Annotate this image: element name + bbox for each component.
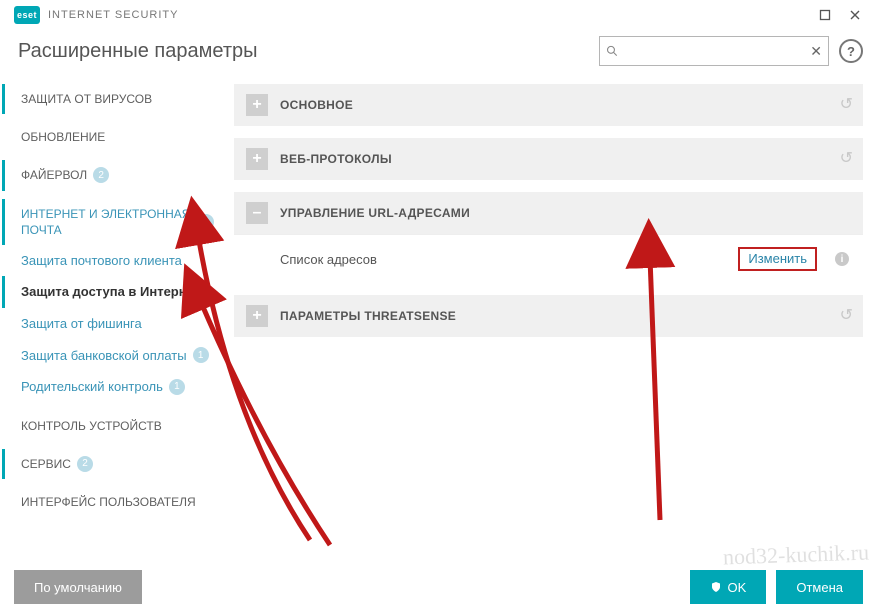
sidebar: ЗАЩИТА ОТ ВИРУСОВ ОБНОВЛЕНИЕ ФАЙЕРВОЛ 2 …: [0, 84, 226, 574]
cancel-button[interactable]: Отмена: [776, 570, 863, 604]
sidebar-item-label: ИНТЕРНЕТ И ЭЛЕКТРОННАЯ ПОЧТА: [21, 206, 192, 238]
sidebar-item-label: Защита почтового клиента: [21, 252, 182, 270]
window-close-icon[interactable]: [843, 3, 867, 27]
sidebar-item-update[interactable]: ОБНОВЛЕНИЕ: [2, 122, 226, 152]
panel-basic-header[interactable]: + ОСНОВНОЕ: [234, 84, 863, 126]
collapse-icon[interactable]: –: [246, 202, 268, 224]
expand-icon[interactable]: +: [246, 305, 268, 327]
sidebar-item-parental[interactable]: Родительский контроль 1: [2, 371, 226, 403]
sidebar-item-label: ИНТЕРФЕЙС ПОЛЬЗОВАТЕЛЯ: [21, 494, 196, 510]
search-icon: [606, 44, 618, 58]
address-list-label: Список адресов: [280, 252, 738, 267]
sidebar-item-label: Защита доступа в Интернет: [21, 283, 200, 301]
address-list-row: Список адресов Изменить i: [234, 235, 863, 283]
edit-link[interactable]: Изменить: [748, 251, 807, 266]
main-panel-area: + ОСНОВНОЕ ↺ + ВЕБ-ПРОТОКОЛЫ ↺ – УПРАВЛЕ…: [226, 84, 877, 574]
reset-icon[interactable]: ↺: [840, 94, 853, 114]
sidebar-item-internet-mail[interactable]: ИНТЕРНЕТ И ЭЛЕКТРОННАЯ ПОЧТА 1: [2, 199, 226, 245]
sidebar-item-label: КОНТРОЛЬ УСТРОЙСТВ: [21, 418, 162, 434]
expand-icon[interactable]: +: [246, 94, 268, 116]
footer: По умолчанию OK Отмена: [0, 558, 877, 616]
footer-right: OK Отмена: [690, 570, 863, 604]
ok-button[interactable]: OK: [690, 570, 767, 604]
reset-icon[interactable]: ↺: [840, 148, 853, 168]
panel-web-protocols: + ВЕБ-ПРОТОКОЛЫ ↺: [234, 138, 863, 180]
brand: eset INTERNET SECURITY: [14, 6, 178, 24]
page-header: Расширенные параметры ✕ ?: [0, 30, 877, 84]
defaults-button[interactable]: По умолчанию: [14, 570, 142, 604]
brand-product: INTERNET SECURITY: [48, 9, 178, 21]
panel-url-header[interactable]: – УПРАВЛЕНИЕ URL-АДРЕСАМИ: [234, 192, 863, 234]
panel-title: ПАРАМЕТРЫ THREATSENSE: [280, 309, 456, 323]
search-clear-icon[interactable]: ✕: [810, 43, 822, 60]
badge: 1: [198, 214, 214, 230]
sidebar-item-antiphishing[interactable]: Защита от фишинга: [2, 308, 226, 340]
window-maximize-icon[interactable]: [813, 3, 837, 27]
content-body: ЗАЩИТА ОТ ВИРУСОВ ОБНОВЛЕНИЕ ФАЙЕРВОЛ 2 …: [0, 84, 877, 574]
sidebar-item-banking[interactable]: Защита банковской оплаты 1: [2, 340, 226, 372]
badge: 2: [77, 456, 93, 472]
sidebar-item-mail-protection[interactable]: Защита почтового клиента: [2, 245, 226, 277]
panel-url-management: – УПРАВЛЕНИЕ URL-АДРЕСАМИ Список адресов…: [234, 192, 863, 283]
edit-link-highlight: Изменить: [738, 247, 817, 271]
sidebar-item-label: Родительский контроль: [21, 378, 163, 396]
sidebar-item-ui[interactable]: ИНТЕРФЕЙС ПОЛЬЗОВАТЕЛЯ: [2, 487, 226, 517]
panel-title: ОСНОВНОЕ: [280, 98, 353, 112]
sidebar-item-web-access[interactable]: Защита доступа в Интернет: [2, 276, 226, 308]
page-title: Расширенные параметры: [18, 40, 257, 63]
panel-title: ВЕБ-ПРОТОКОЛЫ: [280, 152, 392, 166]
search-area: ✕ ?: [599, 36, 863, 66]
sidebar-item-label: ОБНОВЛЕНИЕ: [21, 129, 105, 145]
ok-label: OK: [728, 580, 747, 595]
sidebar-item-label: Защита банковской оплаты: [21, 347, 187, 365]
sidebar-item-device-control[interactable]: КОНТРОЛЬ УСТРОЙСТВ: [2, 411, 226, 441]
reset-icon[interactable]: ↺: [840, 305, 853, 325]
sidebar-item-label: ЗАЩИТА ОТ ВИРУСОВ: [21, 91, 152, 107]
search-input[interactable]: [624, 43, 804, 60]
info-icon[interactable]: i: [835, 252, 849, 266]
panel-threatsense: + ПАРАМЕТРЫ THREATSENSE ↺: [234, 295, 863, 337]
expand-icon[interactable]: +: [246, 148, 268, 170]
search-box[interactable]: ✕: [599, 36, 829, 66]
shield-icon: [710, 581, 722, 593]
badge: 1: [193, 347, 209, 363]
sidebar-item-antivirus[interactable]: ЗАЩИТА ОТ ВИРУСОВ: [2, 84, 226, 114]
sidebar-item-label: ФАЙЕРВОЛ: [21, 167, 87, 183]
window-controls: [813, 3, 867, 27]
panel-title: УПРАВЛЕНИЕ URL-АДРЕСАМИ: [280, 206, 470, 220]
panel-threatsense-header[interactable]: + ПАРАМЕТРЫ THREATSENSE: [234, 295, 863, 337]
badge: 2: [93, 167, 109, 183]
panel-basic: + ОСНОВНОЕ ↺: [234, 84, 863, 126]
sidebar-item-label: СЕРВИС: [21, 456, 71, 472]
sidebar-item-tools[interactable]: СЕРВИС 2: [2, 449, 226, 479]
panel-web-header[interactable]: + ВЕБ-ПРОТОКОЛЫ: [234, 138, 863, 180]
panel-url-body: Список адресов Изменить i: [234, 234, 863, 283]
badge: 1: [169, 379, 185, 395]
sidebar-item-label: Защита от фишинга: [21, 315, 142, 333]
help-icon[interactable]: ?: [839, 39, 863, 63]
sidebar-item-firewall[interactable]: ФАЙЕРВОЛ 2: [2, 160, 226, 190]
title-bar: eset INTERNET SECURITY: [0, 0, 877, 30]
brand-logo: eset: [14, 6, 40, 24]
